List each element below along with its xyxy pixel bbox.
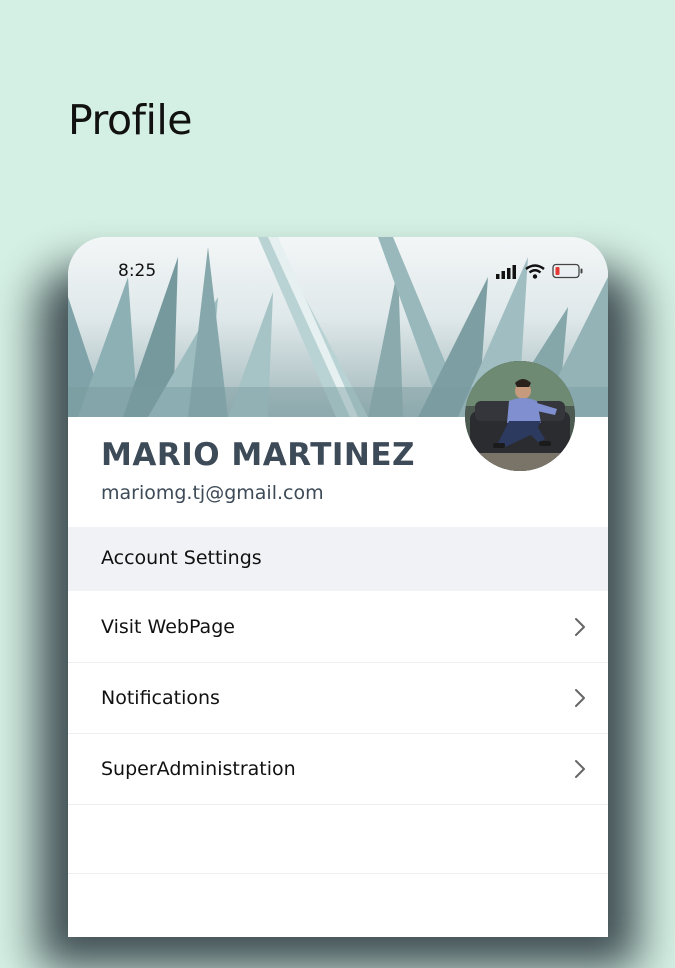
menu-item-label: SuperAdministration xyxy=(101,758,296,780)
divider xyxy=(68,873,608,874)
section-header-label: Account Settings xyxy=(101,547,262,569)
signal-icon xyxy=(496,264,518,283)
account-settings-header: Account Settings xyxy=(68,527,608,591)
menu-item-visit-webpage[interactable]: Visit WebPage xyxy=(68,592,608,663)
chevron-right-icon xyxy=(574,617,586,641)
menu-item-label: Notifications xyxy=(101,687,220,709)
status-bar-icons xyxy=(496,263,584,283)
menu-item-label: Visit WebPage xyxy=(101,616,235,638)
wifi-icon xyxy=(525,263,545,283)
chevron-right-icon xyxy=(574,759,586,783)
status-bar-time: 8:25 xyxy=(118,261,157,281)
menu-item-superadministration[interactable]: SuperAdministration xyxy=(68,734,608,805)
user-name: MARIO MARTINEZ xyxy=(101,437,415,473)
chevron-right-icon xyxy=(574,688,586,712)
page-title: Profile xyxy=(68,96,192,144)
user-email: mariomg.tj@gmail.com xyxy=(101,482,324,504)
battery-low-icon xyxy=(552,263,584,283)
menu-item-notifications[interactable]: Notifications xyxy=(68,663,608,734)
phone-frame: 8:25 MARIO MARTINEZ mariomg.tj@gmail.com… xyxy=(68,237,608,937)
avatar[interactable] xyxy=(465,361,575,471)
